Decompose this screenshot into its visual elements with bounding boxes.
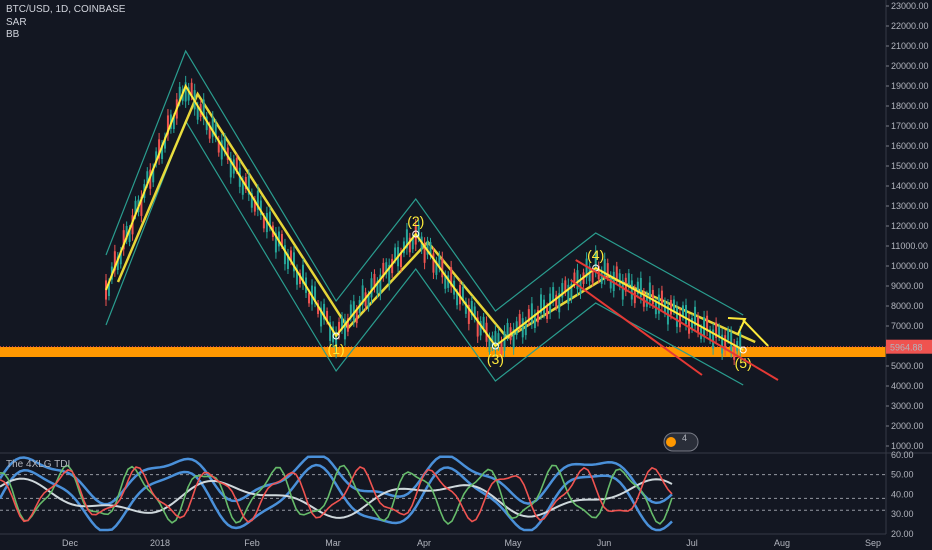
y-tick-label: 20000.00 [891,61,929,71]
candle-body [672,299,675,312]
candle-body [627,273,630,286]
y-tick-label: 12000.00 [891,221,929,231]
flag-icon [666,437,676,447]
chart-canvas[interactable]: (1)(2)(3)(4)(5)4 1000.002000.003000.0040… [0,0,932,550]
candle-body [591,271,594,283]
y-tick-label: 9000.00 [891,281,924,291]
y-tick-label: 16000.00 [891,141,929,151]
candle-body [555,294,558,307]
event-badge-count: 4 [682,433,687,443]
tdi-y-tick-label: 20.00 [891,529,914,539]
y-tick-label: 3000.00 [891,401,924,411]
tdi-y-tick-label: 40.00 [891,489,914,499]
x-tick-label: Mar [325,538,341,548]
event-badge[interactable]: 4 [663,432,699,452]
candle-body [630,280,633,300]
y-tick-label: 21000.00 [891,41,929,51]
candle-body [503,331,506,351]
candle-body [441,258,444,278]
tdi-y-tick-label: 30.00 [891,509,914,519]
support-zone [0,347,886,357]
y-tick-label: 14000.00 [891,181,929,191]
x-tick-label: Sep [865,538,881,548]
y-tick-label: 8000.00 [891,301,924,311]
candle-body [669,299,672,315]
x-tick-label: Apr [417,538,431,548]
candle-body [308,292,311,304]
candle-body [727,329,730,341]
candle-body [685,305,688,325]
y-tick-label: 23000.00 [891,1,929,11]
indicator-sar-label[interactable]: SAR [6,17,27,29]
x-tick-label: Jun [597,538,612,548]
last-price-badge-text: 5964.88 [890,343,923,353]
y-tick-label: 19000.00 [891,81,929,91]
candle-body [518,314,521,327]
tdi-y-tick-label: 60.00 [891,450,914,460]
candle-body [530,303,533,323]
candle-body [521,318,524,338]
y-tick-label: 17000.00 [891,121,929,131]
x-tick-label: 2018 [150,538,170,548]
candle-body [651,289,654,305]
x-tick-label: Feb [244,538,260,548]
candle-body [552,287,555,302]
candle-body [370,278,373,298]
tdi-y-tick-label: 50.00 [891,470,914,480]
y-tick-label: 13000.00 [891,201,929,211]
candle-body [494,331,497,351]
candle-body [675,307,678,327]
y-tick-label: 15000.00 [891,161,929,171]
y-tick-label: 22000.00 [891,21,929,31]
y-tick-label: 11000.00 [891,241,928,251]
x-tick-label: Jul [686,538,698,548]
candle-body [394,247,397,260]
x-tick-label: Aug [774,538,790,548]
y-tick-label: 4000.00 [891,381,924,391]
y-tick-label: 7000.00 [891,321,924,331]
candle-body [703,317,706,337]
indicator-bb-label[interactable]: BB [6,29,19,41]
tdi-title[interactable]: The 4XLG TDI [6,459,70,471]
y-tick-label: 10000.00 [891,261,929,271]
x-tick-label: May [504,538,522,548]
candle-body [546,306,549,319]
wave-label: (1) [328,341,345,357]
wave-label: (4) [587,247,604,263]
symbol-title[interactable]: BTC/USD, 1D, COINBASE [6,4,125,16]
y-tick-label: 2000.00 [891,421,924,431]
candle-body [506,322,509,337]
candle-body [660,290,663,306]
wave-label: (3) [487,351,504,367]
y-tick-label: 18000.00 [891,101,929,111]
x-tick-label: Dec [62,538,79,548]
candle-body [615,266,618,281]
candle-body [618,273,621,287]
y-tick-label: 5000.00 [891,361,924,371]
wave-label: (2) [407,213,424,229]
